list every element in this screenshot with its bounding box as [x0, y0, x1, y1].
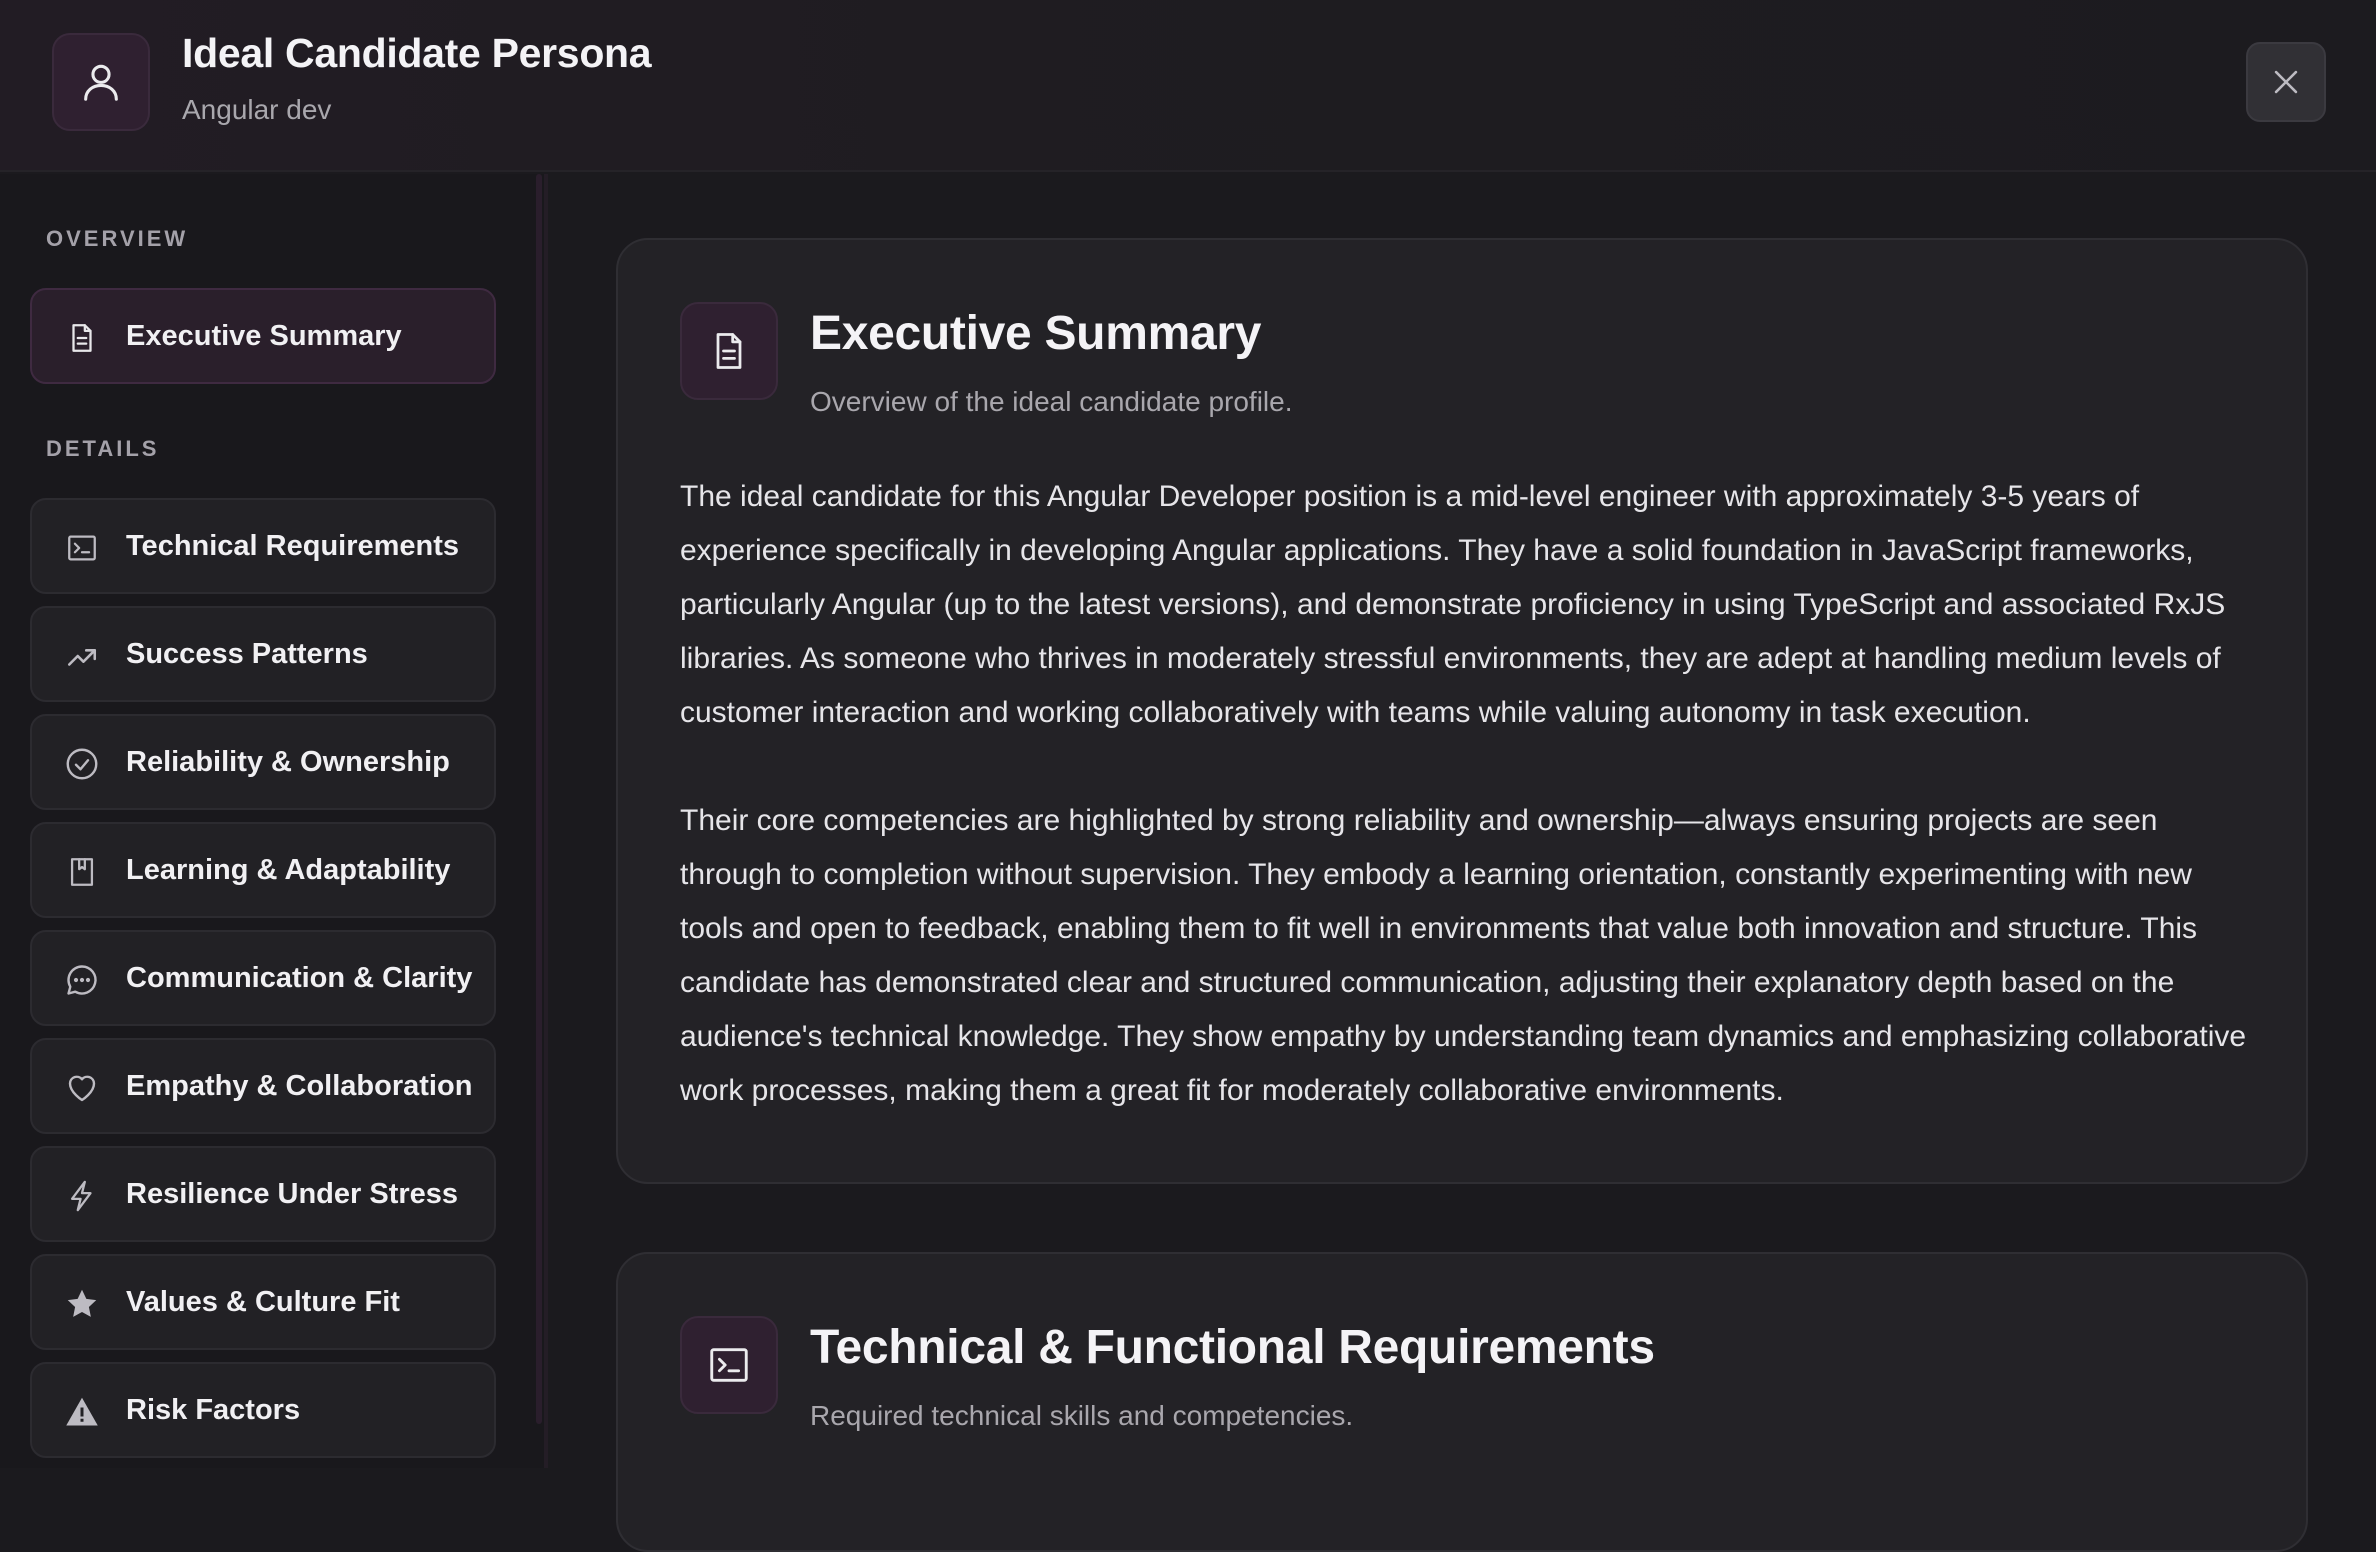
- document-icon: [680, 302, 778, 400]
- close-icon: [2269, 65, 2303, 99]
- summary-paragraph: The ideal candidate for this Angular Dev…: [680, 480, 2226, 729]
- sidebar-item-reliability-ownership[interactable]: Reliability & Ownership: [30, 714, 496, 810]
- technical-requirements-card: Technical & Functional Requirements Requ…: [616, 1252, 2308, 1552]
- sidebar-item-label: Communication & Clarity: [126, 962, 473, 994]
- card-body: The ideal candidate for this Angular Dev…: [680, 470, 2260, 1118]
- card-subtitle: Overview of the ideal candidate profile.: [810, 386, 1293, 417]
- page-title: Ideal Candidate Persona: [182, 30, 652, 76]
- sidebar-item-label: Values & Culture Fit: [126, 1286, 400, 1318]
- sidebar: OVERVIEW Executive Summary DETAILS Techn…: [0, 174, 548, 1468]
- sidebar-item-executive-summary[interactable]: Executive Summary: [30, 288, 496, 384]
- page-subtitle: Angular dev: [182, 94, 332, 125]
- summary-paragraph: Their core competencies are highlighted …: [680, 804, 2247, 1107]
- terminal-icon: [64, 530, 100, 566]
- sidebar-item-label: Learning & Adaptability: [126, 854, 451, 886]
- sidebar-item-learning-adaptability[interactable]: Learning & Adaptability: [30, 822, 496, 918]
- sidebar-item-label: Empathy & Collaboration: [126, 1070, 473, 1102]
- trending-up-icon: [64, 638, 100, 674]
- modal-header: Ideal Candidate Persona Angular dev: [0, 0, 2376, 172]
- sidebar-item-label: Success Patterns: [126, 638, 368, 670]
- section-label-overview: OVERVIEW: [46, 226, 189, 251]
- card-title: Technical & Functional Requirements: [810, 1321, 1655, 1374]
- sidebar-scrollbar[interactable]: [536, 174, 542, 1424]
- sidebar-item-risk-factors[interactable]: Risk Factors: [30, 1362, 496, 1458]
- sidebar-item-label: Risk Factors: [126, 1394, 301, 1426]
- sidebar-item-label: Technical Requirements: [126, 530, 460, 562]
- sidebar-item-empathy-collaboration[interactable]: Empathy & Collaboration: [30, 1038, 496, 1134]
- sidebar-item-label: Reliability & Ownership: [126, 746, 450, 778]
- sidebar-item-values-culture-fit[interactable]: Values & Culture Fit: [30, 1254, 496, 1350]
- sidebar-item-technical-requirements[interactable]: Technical Requirements: [30, 498, 496, 594]
- main-content: Executive Summary Overview of the ideal …: [552, 174, 2376, 1552]
- bookmark-icon: [64, 854, 100, 890]
- chat-icon: [64, 962, 100, 998]
- lightning-icon: [64, 1178, 100, 1214]
- sidebar-item-label: Resilience Under Stress: [126, 1178, 459, 1210]
- document-icon: [64, 320, 100, 356]
- user-icon: [52, 33, 150, 131]
- terminal-icon: [680, 1316, 778, 1414]
- executive-summary-card: Executive Summary Overview of the ideal …: [616, 238, 2308, 1184]
- star-icon: [64, 1286, 100, 1322]
- sidebar-item-communication-clarity[interactable]: Communication & Clarity: [30, 930, 496, 1026]
- check-circle-icon: [64, 746, 100, 782]
- section-label-details: DETAILS: [46, 436, 160, 461]
- sidebar-item-success-patterns[interactable]: Success Patterns: [30, 606, 496, 702]
- warning-icon: [64, 1394, 100, 1430]
- sidebar-item-label: Executive Summary: [126, 320, 402, 352]
- heart-icon: [64, 1070, 100, 1106]
- card-title: Executive Summary: [810, 307, 1262, 360]
- sidebar-item-resilience-under-stress[interactable]: Resilience Under Stress: [30, 1146, 496, 1242]
- close-button[interactable]: [2246, 42, 2326, 122]
- card-subtitle: Required technical skills and competenci…: [810, 1400, 1354, 1431]
